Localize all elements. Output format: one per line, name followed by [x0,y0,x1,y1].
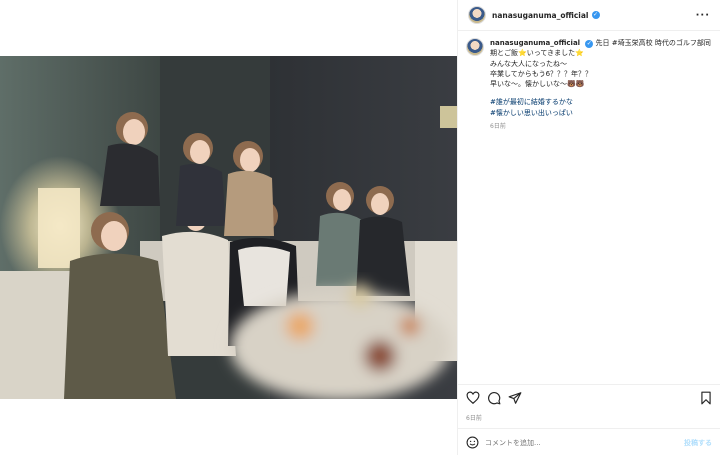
caption-line-1: nanasuganuma_official ✓ 先日 #埼玉栄高校 時代のゴルフ… [490,38,711,48]
comment-icon[interactable] [487,391,501,405]
hashtag-link[interactable]: #懐かしい思い出いっぱい [490,108,711,118]
caption-body: nanasuganuma_official ✓ 先日 #埼玉栄高校 時代のゴルフ… [490,38,711,132]
caption-text: みんな大人になったね〜 [490,59,567,68]
caption-text: 卒業してからもう6？？？年？？ [490,69,593,78]
caption-text: 先日 #埼玉栄高校 時代のゴルフ部同 [595,39,711,47]
caption-text: 期とご飯⭐️いってきました⭐️ [490,49,584,58]
comment-bar: 投稿する [458,428,720,456]
bookmark-icon[interactable] [699,391,713,405]
heart-icon[interactable] [466,391,480,405]
caption: nanasuganuma_official ✓ 先日 #埼玉栄高校 時代のゴルフ… [466,38,714,132]
caption-timestamp: 6日前 [490,123,506,131]
verified-badge-icon: ✓ [591,11,600,19]
caption-avatar[interactable] [466,38,484,56]
caption-username[interactable]: nanasuganuma_official [490,39,580,47]
post-comment-button[interactable]: 投稿する [684,438,712,448]
action-bar [458,384,720,411]
post-timestamp: 6日前 [466,415,482,422]
post-header: nanasuganuma_official ✓ ··· [458,0,720,31]
media-column [0,0,457,455]
more-options-icon[interactable]: ··· [696,10,710,21]
hashtag-link[interactable]: #誰が最初に結婚するかな [490,97,711,107]
post-photo[interactable] [0,56,457,399]
header-username[interactable]: nanasuganuma_official [492,11,589,20]
caption-text: 早いな〜。懐かしいな〜🐻🐻 [490,80,585,89]
send-icon[interactable] [508,391,522,405]
caption-verified-badge-icon: ✓ [585,40,594,48]
comment-input[interactable] [485,438,665,447]
group-photo-image [0,56,457,399]
post-sidebar: nanasuganuma_official ✓ ··· nanasuganuma… [457,0,720,455]
emoji-icon[interactable] [466,436,479,449]
avatar[interactable] [468,6,486,24]
instagram-post: nanasuganuma_official ✓ ··· nanasuganuma… [0,0,720,455]
